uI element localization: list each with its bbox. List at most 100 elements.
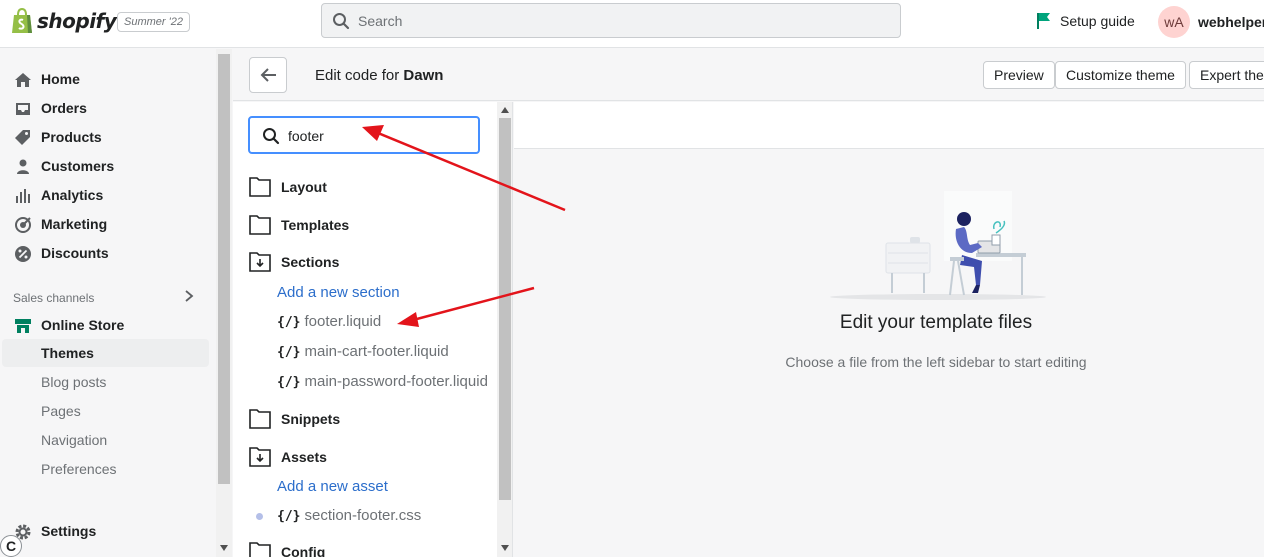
nav-sublabel: Pages	[41, 403, 81, 419]
nav-label: Home	[41, 71, 80, 87]
file-name: section-footer.css	[304, 507, 422, 524]
tree-scrollbar[interactable]	[497, 102, 512, 557]
arrow-left-icon	[260, 68, 276, 82]
setup-guide-label: Setup guide	[1060, 13, 1135, 29]
discount-icon	[15, 246, 31, 262]
nav-label: Settings	[41, 523, 97, 539]
editor-header: Edit code for Dawn Preview Customize the…	[233, 49, 1264, 101]
title-prefix: Edit code for	[315, 67, 400, 84]
left-navigation: Home Orders Products Customers Analytics…	[0, 49, 232, 557]
liquid-file-icon: {/}	[277, 345, 301, 360]
file-section-footer-css[interactable]: {/} section-footer.css	[277, 507, 421, 524]
file-footer-liquid[interactable]: {/} footer.liquid	[277, 313, 381, 330]
search-input[interactable]	[358, 4, 888, 37]
nav-item-customers[interactable]: Customers	[0, 152, 207, 180]
nav-sublabel: Navigation	[41, 432, 108, 448]
scroll-down-arrow-icon[interactable]	[220, 545, 228, 551]
empty-state-subtitle: Choose a file from the left sidebar to s…	[785, 354, 1087, 370]
nav-item-home[interactable]: Home	[0, 65, 207, 93]
nav-label: Discounts	[41, 245, 109, 261]
tag-icon	[15, 130, 30, 145]
avatar[interactable]: wA	[1158, 6, 1190, 38]
tree-scrollbar-thumb[interactable]	[499, 118, 511, 500]
add-asset-link[interactable]: Add a new asset	[277, 478, 388, 495]
liquid-file-icon: {/}	[277, 375, 301, 390]
nav-item-online-store[interactable]: Online Store	[0, 311, 207, 339]
bar-chart-icon	[16, 189, 30, 203]
nav-subitem-navigation[interactable]: Navigation	[0, 426, 207, 454]
chevron-right-icon[interactable]	[183, 289, 195, 303]
theme-name: Dawn	[403, 67, 444, 84]
person-at-desk-illustration	[830, 191, 1046, 300]
nav-label: Online Store	[41, 317, 125, 333]
editor-empty-state: Edit your template files Choose a file f…	[514, 149, 1264, 557]
liquid-file-icon: {/}	[277, 509, 301, 524]
folder-icon	[249, 409, 271, 429]
customize-theme-button[interactable]: Customize theme	[1055, 61, 1186, 89]
nav-label: Customers	[41, 158, 115, 174]
home-icon	[15, 73, 31, 87]
nav-item-marketing[interactable]: Marketing	[0, 210, 207, 238]
sales-channels-label: Sales channels	[13, 291, 95, 305]
nav-sublabel: Blog posts	[41, 374, 107, 390]
shopping-bag-icon	[12, 7, 32, 33]
empty-state-title: Edit your template files	[839, 312, 1033, 333]
folder-label: Templates	[281, 217, 350, 233]
folder-label: Config	[281, 544, 326, 557]
nav-item-settings[interactable]: Settings	[0, 517, 207, 545]
folder-icon	[249, 215, 271, 235]
help-badge[interactable]: C	[0, 535, 22, 557]
nav-item-orders[interactable]: Orders	[0, 94, 207, 122]
nav-label: Analytics	[41, 187, 104, 203]
preview-button[interactable]: Preview	[983, 61, 1055, 89]
person-icon	[17, 159, 29, 174]
nav-scrollbar-thumb[interactable]	[218, 54, 230, 484]
liquid-file-icon: {/}	[277, 315, 301, 330]
file-name: footer.liquid	[304, 313, 382, 330]
nav-label: Products	[41, 129, 102, 145]
nav-item-discounts[interactable]: Discounts	[0, 239, 207, 267]
editor-tab-bar	[514, 102, 1264, 149]
nav-item-analytics[interactable]: Analytics	[0, 181, 207, 209]
orders-icon	[16, 103, 30, 115]
shopify-logo[interactable]: shopify	[10, 7, 117, 35]
page-title: Edit code for Dawn	[315, 67, 443, 84]
file-name: main-cart-footer.liquid	[304, 343, 449, 360]
global-search[interactable]	[321, 3, 901, 38]
search-icon	[263, 128, 280, 145]
nav-subitem-blog-posts[interactable]: Blog posts	[0, 368, 207, 396]
store-name[interactable]: webhelper	[1198, 14, 1264, 30]
logo-wordmark: shopify	[37, 9, 117, 33]
nav-subitem-pages[interactable]: Pages	[0, 397, 207, 425]
modified-dot	[256, 513, 263, 520]
expert-themes-button[interactable]: Expert themes	[1189, 61, 1264, 89]
folder-icon	[249, 542, 271, 557]
nav-item-products[interactable]: Products	[0, 123, 207, 151]
back-button[interactable]	[249, 57, 287, 93]
file-tree-panel: Layout Templates Sections Add a new sect…	[233, 102, 513, 557]
folder-open-icon	[249, 252, 271, 272]
file-main-cart-footer-liquid[interactable]: {/} main-cart-footer.liquid	[277, 343, 449, 360]
nav-label: Orders	[41, 100, 87, 116]
flag-icon	[1037, 13, 1050, 29]
nav-sublabel: Themes	[41, 345, 94, 361]
nav-subitem-preferences[interactable]: Preferences	[0, 455, 207, 483]
folder-label: Assets	[281, 449, 327, 465]
target-icon	[15, 217, 31, 233]
nav-subitem-themes[interactable]: Themes	[2, 339, 209, 367]
folder-open-icon	[249, 447, 271, 467]
scroll-down-arrow-icon[interactable]	[501, 545, 509, 551]
file-search[interactable]	[248, 116, 480, 154]
top-bar: shopify Summer '22 Setup guide wA webhel…	[0, 0, 1264, 48]
folder-icon	[249, 177, 271, 197]
nav-sublabel: Preferences	[41, 461, 117, 477]
add-section-link[interactable]: Add a new section	[277, 284, 400, 301]
setup-guide-link[interactable]: Setup guide	[1036, 12, 1135, 30]
file-search-input[interactable]	[288, 126, 468, 146]
folder-label: Layout	[281, 179, 327, 195]
nav-label: Marketing	[41, 216, 108, 232]
file-name: main-password-footer.liquid	[304, 373, 488, 390]
scroll-up-arrow-icon[interactable]	[501, 107, 509, 113]
nav-scrollbar[interactable]	[216, 49, 232, 557]
file-main-password-footer-liquid[interactable]: {/} main-password-footer.liquid	[277, 373, 488, 390]
